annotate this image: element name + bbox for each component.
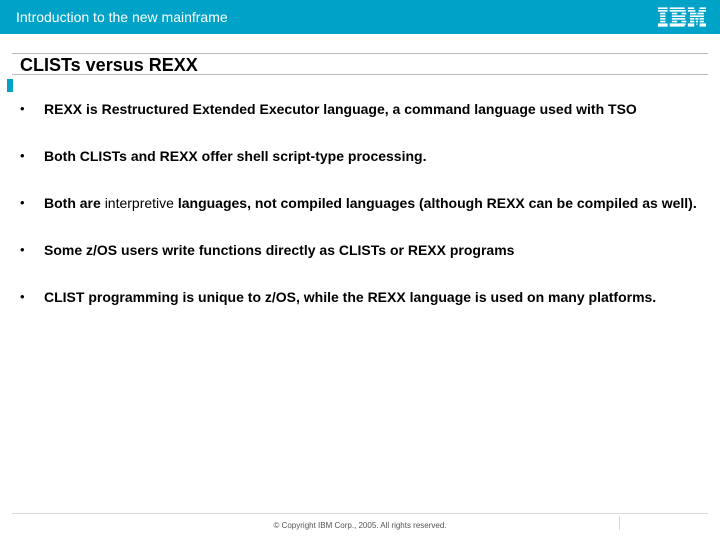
bullet-text: Some z/OS users write functions directly… (38, 241, 514, 260)
bullet-icon: • (20, 194, 38, 212)
header-bar: Introduction to the new mainframe (0, 0, 720, 34)
bullet-text: Both are interpretive languages, not com… (38, 194, 697, 213)
title-rule-top (12, 53, 708, 54)
bullet-icon: • (20, 288, 38, 306)
bullet-icon: • (20, 100, 38, 118)
list-item: • Some z/OS users write functions direct… (20, 241, 702, 260)
bullet-text: Both CLISTs and REXX offer shell script-… (38, 147, 426, 166)
accent-marker (7, 79, 13, 92)
bullet-text: CLIST programming is unique to z/OS, whi… (38, 288, 656, 307)
ibm-logo-icon (658, 7, 706, 27)
copyright-text: © Copyright IBM Corp., 2005. All rights … (0, 521, 720, 530)
list-item: • Both are interpretive languages, not c… (20, 194, 702, 213)
list-item: • CLIST programming is unique to z/OS, w… (20, 288, 702, 307)
bullet-text-mid: interpretive (105, 195, 174, 211)
list-item: • REXX is Restructured Extended Executor… (20, 100, 702, 119)
title-rule-bottom (12, 74, 708, 75)
slide-title: CLISTs versus REXX (20, 55, 198, 76)
bullet-list: • REXX is Restructured Extended Executor… (20, 100, 702, 306)
bullet-text: REXX is Restructured Extended Executor l… (38, 100, 637, 119)
bullet-icon: • (20, 147, 38, 165)
bullet-icon: • (20, 241, 38, 259)
footer-rule (12, 513, 708, 514)
slide: Introduction to the new mainframe (0, 0, 720, 540)
logo-container (658, 0, 706, 34)
bullet-text-post: languages, not compiled languages (altho… (174, 195, 697, 211)
list-item: • Both CLISTs and REXX offer shell scrip… (20, 147, 702, 166)
content-area: • REXX is Restructured Extended Executor… (20, 100, 702, 334)
bullet-text-pre: Both are (44, 195, 105, 211)
header-subtitle: Introduction to the new mainframe (16, 9, 228, 25)
